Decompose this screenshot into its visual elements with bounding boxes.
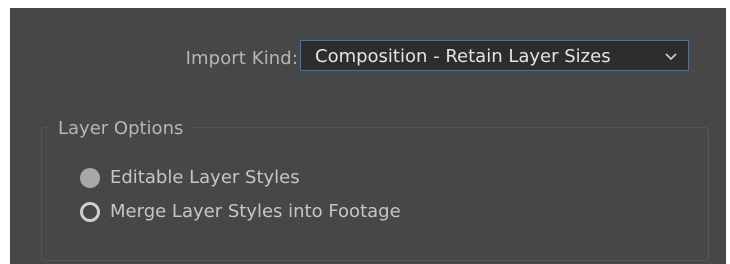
radio-label-merge-layer-styles: Merge Layer Styles into Footage bbox=[110, 201, 401, 222]
radio-button[interactable] bbox=[80, 202, 100, 222]
layer-options-group bbox=[41, 127, 709, 261]
import-kind-selected-value: Composition - Retain Layer Sizes bbox=[315, 46, 611, 67]
chevron-down-icon bbox=[665, 53, 677, 61]
import-kind-label: Import Kind: bbox=[185, 48, 298, 69]
import-kind-dropdown[interactable]: Composition - Retain Layer Sizes bbox=[300, 40, 689, 71]
radio-label-editable-layer-styles: Editable Layer Styles bbox=[110, 167, 300, 188]
layer-options-title: Layer Options bbox=[50, 118, 192, 139]
radio-button-disabled[interactable] bbox=[80, 168, 100, 188]
import-dialog-panel: Import Kind: Composition - Retain Layer … bbox=[10, 8, 726, 264]
import-kind-row: Import Kind: Composition - Retain Layer … bbox=[10, 40, 726, 76]
